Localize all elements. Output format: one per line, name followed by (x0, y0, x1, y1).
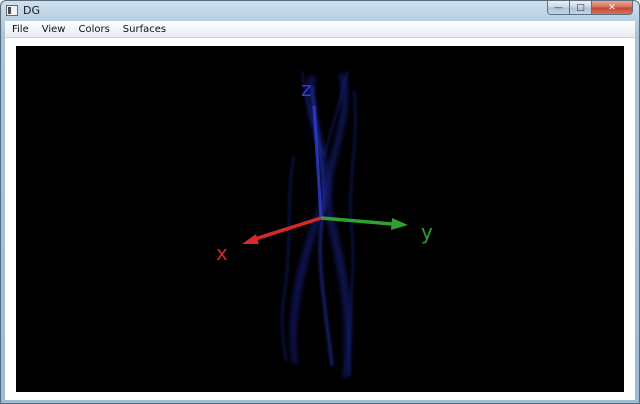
close-button[interactable]: ✕ (592, 1, 633, 15)
app-window: DG — □ ✕ File View Colors Surfaces x y z (0, 0, 640, 404)
menu-view[interactable]: View (35, 24, 72, 35)
surface-mesh (281, 70, 357, 378)
menu-bar: File View Colors Surfaces (5, 21, 635, 38)
z-axis-label: z (301, 77, 312, 101)
menu-colors[interactable]: Colors (71, 24, 115, 35)
caption-buttons: — □ ✕ (547, 1, 633, 16)
3d-viewport[interactable]: x y z (16, 46, 624, 392)
x-axis-label: x (216, 241, 228, 265)
client-area: x y z (5, 38, 635, 400)
y-axis-arrowhead (391, 218, 408, 230)
title-bar[interactable]: DG — □ ✕ (1, 1, 639, 21)
maximize-button[interactable]: □ (570, 1, 592, 15)
minimize-button[interactable]: — (547, 1, 570, 15)
app-icon[interactable] (6, 5, 18, 16)
menu-surfaces[interactable]: Surfaces (116, 24, 172, 35)
surface-sheet-edge-right (347, 90, 357, 377)
scene-canvas: x y z (216, 70, 433, 378)
y-axis-label: y (421, 220, 433, 244)
menu-file[interactable]: File (5, 24, 35, 35)
x-axis-arrowhead (242, 234, 259, 244)
window-title: DG (23, 4, 40, 17)
